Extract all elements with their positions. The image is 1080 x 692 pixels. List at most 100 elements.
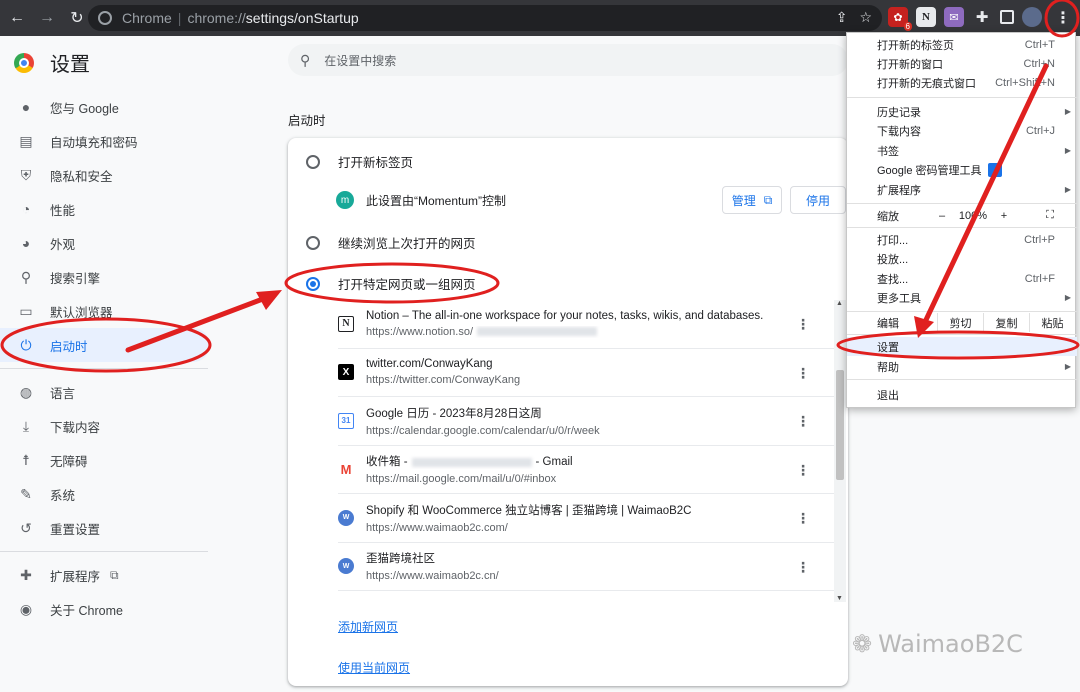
momentum-icon: m bbox=[336, 191, 354, 209]
menu-item-extensions[interactable]: 扩展程序 ▶ bbox=[847, 180, 1077, 199]
menu-item-cast[interactable]: 投放... bbox=[847, 249, 1077, 268]
address-bar[interactable]: Chrome | chrome://settings/onStartup ⇪ ☆ bbox=[88, 5, 882, 31]
extensions-puzzle-icon[interactable]: ✚ bbox=[972, 7, 992, 27]
sidebar-item-downloads[interactable]: ⤓ 下载内容 bbox=[0, 409, 210, 443]
manage-button[interactable]: 管理 ⧉ bbox=[722, 186, 782, 214]
chrome-site-icon bbox=[98, 11, 112, 25]
sidebar-item-accessibility[interactable]: ☨ 无障碍 bbox=[0, 443, 210, 477]
paste-button[interactable]: 粘贴 bbox=[1029, 313, 1075, 332]
power-icon: ⏻ bbox=[20, 336, 32, 353]
use-current-pages-link[interactable]: 使用当前网页 bbox=[338, 659, 410, 676]
list-item: 31 Google 日历 - 2023年8月28日这周 https://cale… bbox=[338, 397, 834, 446]
option-specific-pages[interactable]: 打开特定网页或一组网页 bbox=[306, 274, 476, 293]
extensions-bar: ✿ 6 N ✉ ✚ bbox=[888, 7, 1042, 31]
settings-title: 设置 bbox=[50, 54, 90, 76]
scroll-up-icon[interactable]: ▲ bbox=[836, 300, 843, 307]
sidebar-item-performance[interactable]: ◔ 性能 bbox=[0, 192, 210, 226]
google-calendar-favicon-icon: 31 bbox=[338, 412, 354, 429]
extension-red-icon[interactable]: ✿ 6 bbox=[888, 7, 912, 31]
sidebar-item-autofill[interactable]: ▤ 自动填充和密码 bbox=[0, 124, 210, 158]
watermark-text: WaimaoB2C bbox=[878, 630, 1023, 658]
sidebar-item-label: 启动时 bbox=[50, 339, 88, 354]
fullscreen-icon[interactable]: ⛶ bbox=[1037, 206, 1063, 225]
option-continue[interactable]: 继续浏览上次打开的网页 bbox=[306, 233, 476, 252]
waimao-favicon-icon: W bbox=[338, 558, 354, 575]
forward-icon[interactable]: → bbox=[34, 5, 60, 31]
bookmark-star-icon[interactable]: ☆ bbox=[859, 9, 872, 26]
chrome-menu-button[interactable]: ⋮ bbox=[1052, 7, 1074, 29]
more-actions-icon[interactable]: ⋮ bbox=[796, 316, 810, 333]
zoom-out-button[interactable]: – bbox=[929, 206, 955, 225]
sidebar-item-languages[interactable]: ◍ 语言 bbox=[0, 375, 210, 409]
settings-sidebar: ● 您与 Google ▤ 自动填充和密码 ⛨ 隐私和安全 ◔ 性能 ◕ 外观 ⚲ 搜索引擎… bbox=[0, 90, 210, 626]
arrow-head-option bbox=[256, 290, 282, 310]
submenu-arrow-icon: ▶ bbox=[1064, 293, 1071, 302]
list-item: W Shopify 和 WooCommerce 独立站博客 | 歪猫跨境 | W… bbox=[338, 494, 834, 543]
menu-item-settings[interactable]: 设置 bbox=[847, 337, 1077, 356]
sidebar-item-search-engine[interactable]: ⚲ 搜索引擎 bbox=[0, 260, 210, 294]
more-actions-icon[interactable]: ⋮ bbox=[796, 510, 810, 527]
scroll-thumb[interactable] bbox=[836, 370, 844, 480]
sidebar-item-appearance[interactable]: ◕ 外观 bbox=[0, 226, 210, 260]
menu-item-bookmarks[interactable]: 书签 ▶ bbox=[847, 141, 1077, 160]
more-actions-icon[interactable]: ⋮ bbox=[796, 413, 810, 430]
site-label: Chrome bbox=[122, 10, 172, 26]
menu-item-help[interactable]: 帮助 ▶ bbox=[847, 357, 1077, 376]
menu-item-password-manager[interactable]: Google 密码管理工具 bbox=[847, 160, 1077, 179]
sidebar-item-privacy[interactable]: ⛨ 隐私和安全 bbox=[0, 158, 210, 192]
share-icon[interactable]: ⇪ bbox=[836, 9, 848, 26]
sidebar-item-about-chrome[interactable]: ◉ 关于 Chrome bbox=[0, 592, 210, 626]
sidebar-item-you-and-google[interactable]: ● 您与 Google bbox=[0, 90, 210, 124]
more-actions-icon[interactable]: ⋮ bbox=[796, 559, 810, 576]
sidebar-item-on-startup[interactable]: ⏻ 启动时 bbox=[0, 328, 210, 362]
notion-extension-icon[interactable]: N bbox=[916, 7, 936, 27]
option-new-tab[interactable]: 打开新标签页 bbox=[306, 152, 413, 171]
menu-item-print[interactable]: 打印... Ctrl+P bbox=[847, 230, 1077, 249]
sidebar-divider bbox=[0, 368, 208, 369]
cut-button[interactable]: 剪切 bbox=[937, 313, 983, 332]
add-page-link[interactable]: 添加新网页 bbox=[338, 618, 398, 635]
more-actions-icon[interactable]: ⋮ bbox=[796, 462, 810, 479]
chrome-main-menu: 打开新的标签页 Ctrl+T 打开新的窗口 Ctrl+N 打开新的无痕式窗口 Ctrl… bbox=[846, 32, 1077, 408]
history-icon: ↺ bbox=[20, 519, 32, 536]
sidebar-item-label: 重置设置 bbox=[50, 522, 101, 537]
submenu-arrow-icon: ▶ bbox=[1064, 146, 1071, 155]
sidebar-item-extensions[interactable]: ✚ 扩展程序 ⧉ bbox=[0, 558, 210, 592]
shield-icon: ⛨ bbox=[20, 166, 32, 183]
menu-item-more-tools[interactable]: 更多工具 ▶ bbox=[847, 288, 1077, 307]
disable-button[interactable]: 停用 bbox=[790, 186, 846, 214]
page-url: https://www.waimaob2c.cn/ bbox=[366, 570, 499, 583]
sidebar-item-default-browser[interactable]: ▭ 默认浏览器 bbox=[0, 294, 210, 328]
radio-specific-pages[interactable] bbox=[306, 276, 320, 291]
settings-search-input[interactable]: ⚲ 在设置中搜索 bbox=[288, 44, 848, 76]
pages-scrollbar[interactable]: ▲ ▼ bbox=[834, 300, 846, 602]
profile-avatar[interactable] bbox=[1022, 7, 1042, 27]
menu-item-downloads[interactable]: 下载内容 Ctrl+J bbox=[847, 121, 1077, 140]
mail-extension-icon[interactable]: ✉ bbox=[944, 7, 964, 27]
back-icon[interactable]: ← bbox=[4, 5, 30, 31]
list-item: N Notion – The all-in-one workspace for … bbox=[338, 300, 834, 349]
section-title-on-startup: 启动时 bbox=[288, 114, 326, 128]
sidebar-item-system[interactable]: ✎ 系统 bbox=[0, 477, 210, 511]
menu-item-history[interactable]: 历史记录 ▶ bbox=[847, 102, 1077, 121]
menu-item-new-tab[interactable]: 打开新的标签页 Ctrl+T bbox=[847, 35, 1077, 54]
reload-icon[interactable]: ↻ bbox=[64, 5, 90, 31]
option-specific-label: 打开特定网页或一组网页 bbox=[338, 278, 476, 292]
radio-new-tab[interactable] bbox=[306, 154, 320, 169]
zoom-in-button[interactable]: + bbox=[991, 206, 1017, 225]
scroll-down-icon[interactable]: ▼ bbox=[836, 595, 843, 602]
copy-button[interactable]: 复制 bbox=[983, 313, 1029, 332]
menu-item-incognito[interactable]: 打开新的无痕式窗口 Ctrl+Shift+N bbox=[847, 73, 1077, 92]
page-title: Google 日历 - 2023年8月28日这周 bbox=[366, 407, 542, 420]
more-actions-icon[interactable]: ⋮ bbox=[796, 365, 810, 382]
menu-item-find[interactable]: 查找... Ctrl+F bbox=[847, 269, 1077, 288]
radio-continue[interactable] bbox=[306, 235, 320, 250]
menu-separator bbox=[847, 227, 1077, 228]
sidebar-item-reset[interactable]: ↺ 重置设置 bbox=[0, 511, 210, 545]
menu-separator bbox=[847, 379, 1077, 380]
side-panel-icon[interactable] bbox=[1000, 10, 1014, 24]
sidebar-item-label: 默认浏览器 bbox=[50, 305, 113, 320]
menu-item-exit[interactable]: 退出 bbox=[847, 385, 1077, 404]
sidebar-item-label: 扩展程序 bbox=[50, 569, 101, 584]
menu-item-new-window[interactable]: 打开新的窗口 Ctrl+N bbox=[847, 54, 1077, 73]
